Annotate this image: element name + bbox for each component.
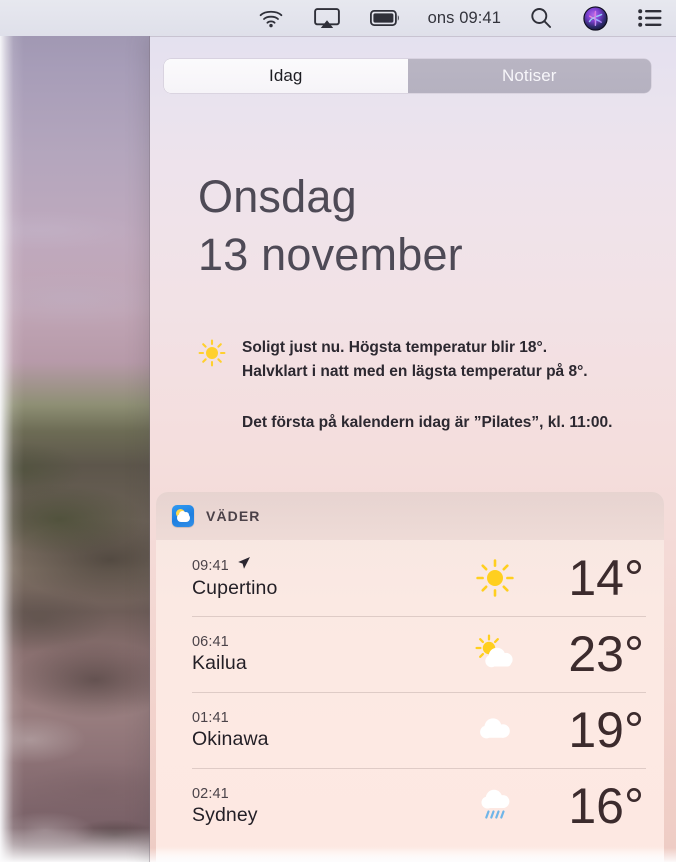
weather-row-time-wrap: 06:41 <box>192 634 461 650</box>
today-summary: Soligt just nu. Högsta temperatur blir 1… <box>198 336 668 435</box>
panel-top-divider <box>150 36 676 37</box>
siri-icon[interactable] <box>583 0 608 36</box>
weather-row-kailua[interactable]: 06:41 Kailua 23° <box>156 616 664 692</box>
weather-widget-title: VÄDER <box>206 508 261 524</box>
weather-row-time: 02:41 <box>192 785 229 802</box>
tab-idag[interactable]: Idag <box>164 59 408 93</box>
weather-row-okinawa[interactable]: 01:41 Okinawa 19° <box>156 692 664 768</box>
weather-row-city: Sydney <box>192 803 258 826</box>
weather-row-temp: 14° <box>568 550 644 606</box>
location-arrow-icon <box>236 556 251 575</box>
weather-row-time: 06:41 <box>192 633 229 650</box>
date-header: Onsdag 13 november <box>198 168 638 283</box>
battery-icon[interactable] <box>369 0 400 36</box>
weather-row-time-wrap: 01:41 <box>192 710 461 726</box>
clock-text: ons 09:41 <box>427 8 501 27</box>
weather-row-info: 02:41 Sydney <box>192 786 461 827</box>
weather-row-city: Kailua <box>192 651 247 674</box>
weather-condition-sunny-icon <box>461 557 529 599</box>
weather-row-time-wrap: 02:41 <box>192 786 461 802</box>
menu-bar: ons 09:41 <box>0 0 676 36</box>
weather-row-time: 01:41 <box>192 709 229 726</box>
weather-row-temp: 23° <box>568 626 644 682</box>
weather-condition-partly-cloudy-icon <box>461 633 529 675</box>
calendar-summary-text: Det första på kalendern idag är ”Pilates… <box>242 411 668 435</box>
weather-app-icon <box>172 505 194 527</box>
weather-row-info: 09:41 Cupertino <box>192 556 461 600</box>
calendar-summary-line: Det första på kalendern idag är ”Pilates… <box>242 414 613 432</box>
weather-row-sydney[interactable]: 02:41 Sydney 16° <box>156 768 664 844</box>
airplay-icon[interactable] <box>313 0 340 36</box>
weather-row-time: 09:41 <box>192 557 229 574</box>
spotlight-search-icon[interactable] <box>529 0 553 36</box>
weather-row-time-wrap: 09:41 <box>192 556 461 575</box>
weather-summary-line1: Soligt just nu. Högsta temperatur blir 1… <box>242 339 548 356</box>
desktop-left-fade <box>0 0 150 862</box>
tab-notiser[interactable]: Notiser <box>407 59 651 93</box>
date-weekday: Onsdag <box>198 171 357 222</box>
menubar-clock[interactable]: ons 09:41 <box>426 0 503 36</box>
weather-row-info: 06:41 Kailua <box>192 634 461 675</box>
weather-app-icon-cloud <box>177 510 190 522</box>
screen: ons 09:41 Idag Notiser Onsdag 13 novembe… <box>0 0 676 862</box>
weather-row-city: Cupertino <box>192 577 278 599</box>
tab-notiser-label: Notiser <box>501 66 557 85</box>
tab-bar: Idag Notiser <box>164 59 651 93</box>
weather-row-temp: 19° <box>568 702 644 758</box>
weather-summary-line2: Halvklart i natt med en lägsta temperatu… <box>242 362 588 380</box>
weather-summary-text: Soligt just nu. Högsta temperatur blir 1… <box>242 336 668 383</box>
weather-condition-rainy-icon <box>461 785 529 827</box>
weather-row-city: Okinawa <box>192 727 269 750</box>
weather-row-info: 01:41 Okinawa <box>192 710 461 751</box>
weather-widget-header: VÄDER <box>156 492 664 540</box>
date-daymonth: 13 november <box>198 228 463 280</box>
weather-condition-cloudy-icon <box>461 713 529 747</box>
notification-center-icon[interactable] <box>638 0 662 36</box>
wifi-icon[interactable] <box>258 0 284 36</box>
sun-icon <box>198 339 226 367</box>
desktop-bottom-fade <box>0 828 150 862</box>
weather-summary-row: Soligt just nu. Högsta temperatur blir 1… <box>198 336 668 383</box>
tab-idag-label: Idag <box>269 66 303 85</box>
weather-widget[interactable]: VÄDER 09:41 Cupertino 14° 06:41 Kailua 2… <box>156 492 664 862</box>
notification-center-panel: Idag Notiser Onsdag 13 november Soligt j… <box>150 36 676 862</box>
weather-row-cupertino[interactable]: 09:41 Cupertino 14° <box>156 540 664 616</box>
widget-bottom-fade <box>156 846 664 862</box>
segmented-control: Idag Notiser <box>164 59 651 93</box>
weather-row-temp: 16° <box>568 778 644 834</box>
